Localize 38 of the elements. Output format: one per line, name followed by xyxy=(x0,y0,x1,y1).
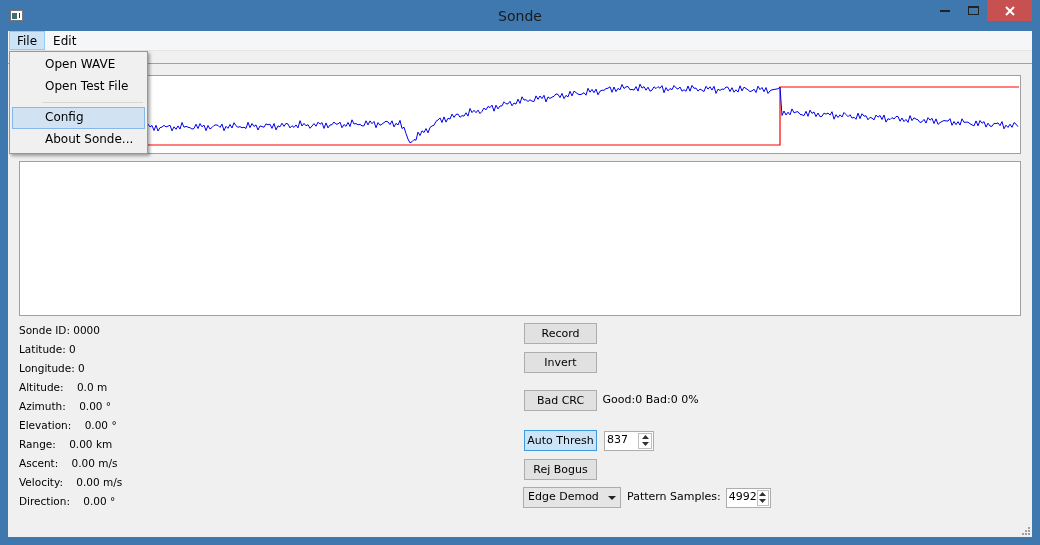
push-button[interactable]: Record xyxy=(524,323,597,344)
info-label: Velocity: 0.00 m/s xyxy=(19,475,124,490)
info-label: Direction: 0.00 ° xyxy=(19,494,117,509)
pattern-samples-spinbox[interactable]: 4992 xyxy=(725,487,771,508)
toggle-button[interactable]: Auto Thresh xyxy=(524,430,597,451)
info-label: Sonde ID: 0000 xyxy=(19,323,101,338)
info-label: Latitude: 0 xyxy=(19,342,77,357)
toggle-button[interactable]: Rej Bogus xyxy=(524,459,597,480)
maximize-icon xyxy=(967,6,979,15)
info-label: Azimuth: 0.00 ° xyxy=(19,399,113,414)
info-label: Range: 0.00 km xyxy=(19,437,114,452)
demod-dropdown[interactable]: Edge Demod xyxy=(523,487,621,508)
minimize-icon xyxy=(940,9,950,12)
info-label: Elevation: 0.00 ° xyxy=(19,418,118,433)
menu-option[interactable]: Open WAVE xyxy=(12,54,145,76)
pattern-samples-label: Pattern Samples: xyxy=(627,489,721,506)
up-arrow-icon[interactable] xyxy=(759,492,767,496)
menu-item[interactable]: File xyxy=(9,31,46,50)
push-button[interactable]: Invert xyxy=(524,352,597,373)
close-icon xyxy=(1004,5,1015,16)
info-label: Altitude: 0.0 m xyxy=(19,380,109,395)
crc-status-label: Good:0 Bad:0 0% xyxy=(602,392,699,409)
resize-grip-icon xyxy=(1021,526,1030,535)
down-arrow-icon[interactable] xyxy=(759,499,767,503)
close-button[interactable] xyxy=(987,0,1032,21)
menu-option[interactable]: Config xyxy=(12,107,145,129)
menu-option[interactable]: About Sonde... xyxy=(12,129,145,151)
info-label: Longitude: 0 xyxy=(19,361,86,376)
push-button[interactable]: Bad CRC xyxy=(524,390,597,411)
caret-icon xyxy=(608,495,616,500)
threshold-spinbox[interactable]: 837 xyxy=(604,430,654,451)
down-arrow-icon[interactable] xyxy=(641,442,649,446)
menu-option[interactable]: Open Test File xyxy=(12,76,145,98)
menu-item[interactable]: Edit xyxy=(45,31,85,50)
app-icon xyxy=(10,10,23,21)
up-arrow-icon[interactable] xyxy=(641,435,649,439)
info-label: Ascent: 0.00 m/s xyxy=(19,456,119,471)
window-title: Sonde xyxy=(498,7,542,26)
